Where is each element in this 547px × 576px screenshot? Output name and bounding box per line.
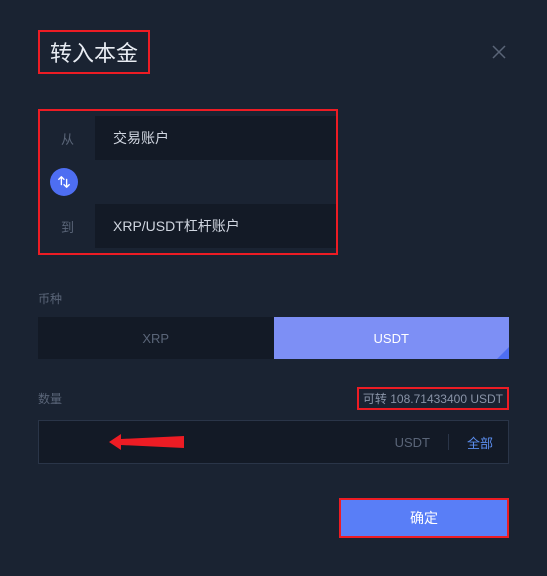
amount-label: 数量: [38, 390, 62, 407]
available-balance: 可转 108.71433400 USDT: [357, 387, 509, 410]
confirm-button[interactable]: 确定: [339, 498, 509, 538]
currency-tab-usdt[interactable]: USDT: [274, 317, 510, 359]
suffix-divider: [448, 434, 449, 450]
currency-selector: XRP USDT: [38, 317, 509, 359]
currency-label: 币种: [38, 290, 509, 307]
close-button[interactable]: [489, 42, 509, 62]
from-label: 从: [40, 129, 95, 148]
to-label: 到: [40, 217, 95, 236]
from-account-value: 交易账户: [95, 116, 336, 160]
amount-all-button[interactable]: 全部: [467, 433, 493, 452]
swap-accounts-button[interactable]: [50, 168, 78, 196]
close-icon: [492, 45, 506, 59]
swap-icon: [57, 175, 71, 189]
to-account-value: XRP/USDT杠杆账户: [95, 204, 336, 248]
to-account-row[interactable]: 到 XRP/USDT杠杆账户: [40, 204, 336, 248]
currency-tab-xrp[interactable]: XRP: [38, 317, 274, 359]
modal-title: 转入本金: [38, 30, 150, 74]
amount-input-container: USDT 全部: [38, 420, 509, 464]
amount-currency-suffix: USDT: [395, 435, 430, 450]
transfer-accounts-section: 从 交易账户 到 XRP/USDT杠杆账户: [38, 109, 338, 255]
amount-input[interactable]: [54, 434, 395, 450]
from-account-row[interactable]: 从 交易账户: [40, 116, 336, 160]
